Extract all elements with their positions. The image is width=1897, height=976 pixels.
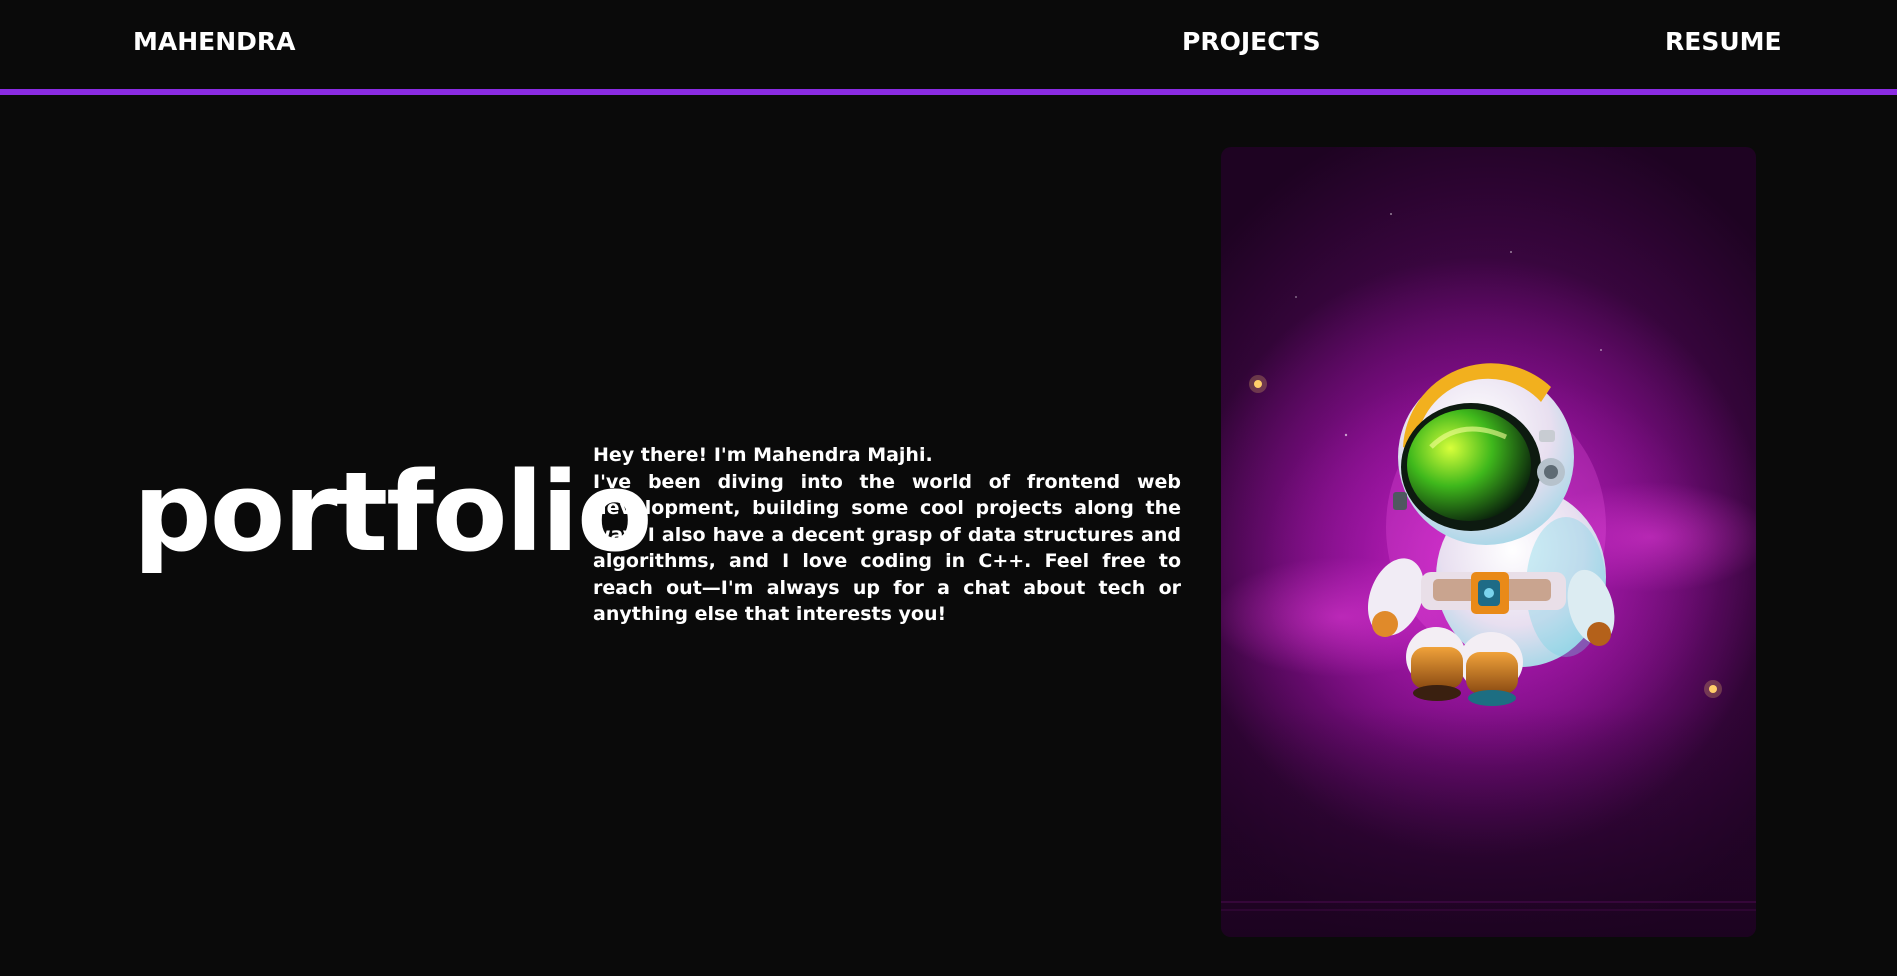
header-divider	[0, 89, 1897, 95]
nav-resume-link[interactable]: RESUME	[1665, 26, 1782, 58]
site-header: MAHENDRA PROJECTS RESUME	[0, 0, 1897, 95]
hero-title: portfolio	[133, 448, 653, 576]
intro-bio: I've been diving into the world of front…	[593, 470, 1181, 626]
intro-text: Hey there! I'm Mahendra Majhi. I've been…	[593, 442, 1181, 628]
astronaut-image	[1221, 147, 1756, 937]
brand-link[interactable]: MAHENDRA	[133, 26, 296, 58]
astronaut-illustration	[1221, 213, 1756, 937]
page: MAHENDRA PROJECTS RESUME portfolio Hey t…	[0, 0, 1897, 976]
nav-projects-link[interactable]: PROJECTS	[1182, 26, 1321, 58]
intro-greeting: Hey there! I'm Mahendra Majhi.	[593, 444, 933, 466]
